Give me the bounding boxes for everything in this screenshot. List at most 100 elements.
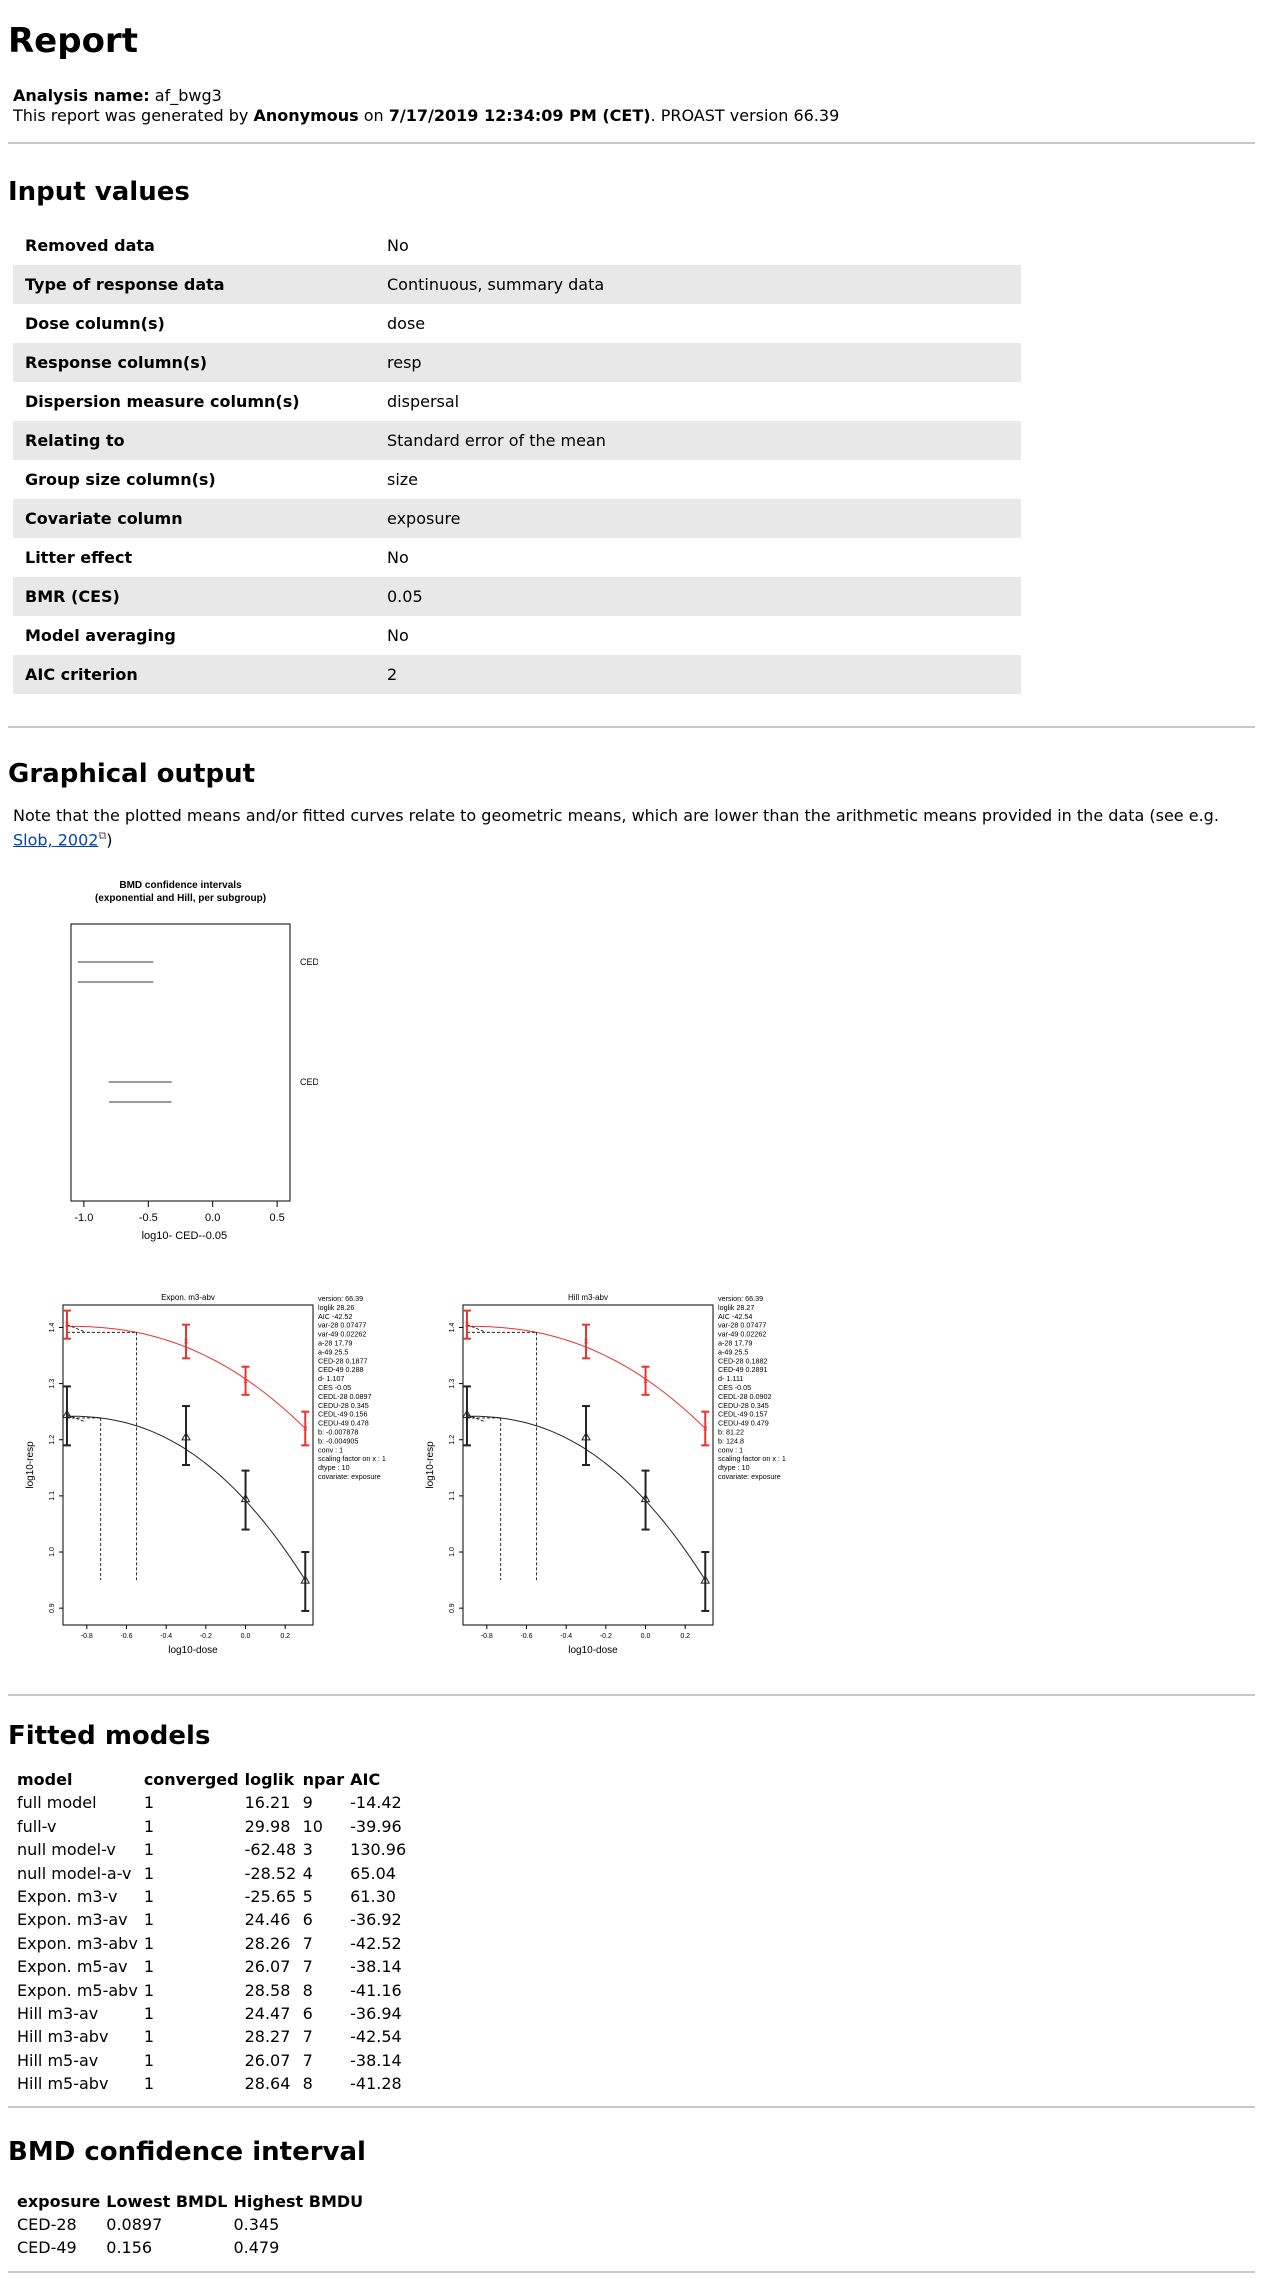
table-cell: -62.48 (244, 1840, 297, 1860)
model-annotation: a-28 17.79 (318, 1339, 352, 1348)
table-cell: 1 (143, 2027, 154, 2047)
analysis-name-value: af_bwg3 (154, 86, 222, 105)
table-row: Hill m3-av 1 24.47 6 -36.94 (14, 2002, 413, 2025)
model-annotation: CEDL-28 0.0897 (318, 1392, 372, 1401)
model-annotation: dtype : 10 (318, 1463, 350, 1472)
input-key: Removed data (25, 236, 155, 255)
input-row: Dose column(s) dose (13, 304, 1021, 343)
chart-title: BMD confidence intervals (119, 880, 242, 891)
model-annotation: CEDU-49 0.479 (718, 1419, 769, 1428)
table-cell: 0.156 (106, 2238, 153, 2258)
input-value: resp (387, 353, 422, 372)
page-title: Report (8, 21, 138, 61)
input-value: dispersal (387, 392, 460, 411)
model-annotation: conv : 1 (718, 1446, 743, 1455)
model-annotation: var-28 0.07477 (718, 1321, 766, 1330)
model-annotation: b: -0.004905 (318, 1437, 358, 1446)
chart-title: Hill m3-abv (568, 1293, 608, 1302)
data-point-marker: × (64, 1320, 69, 1330)
model-annotation: a-28 17.79 (718, 1339, 752, 1348)
table-cell: null model-a-v (17, 1863, 132, 1883)
y-tick-label: 1.4 (49, 1323, 56, 1333)
y-tick-label: 1.2 (449, 1435, 456, 1445)
data-point-marker: × (303, 1424, 308, 1434)
table-cell: 1 (143, 1840, 154, 1860)
input-value: No (387, 548, 409, 567)
data-point-marker: × (643, 1376, 648, 1386)
table-cell: -36.94 (350, 2003, 402, 2023)
table-cell: Expon. m3-v (17, 1886, 118, 1906)
model-annotation: covariate: exposure (718, 1472, 781, 1481)
data-point-marker: × (464, 1320, 469, 1330)
proast-version: . PROAST version 66.39 (650, 106, 840, 125)
table-cell: CED-28 (17, 2214, 77, 2234)
table-row: CED-28 0.0897 0.345 (14, 2213, 366, 2236)
table-cell: 0.479 (233, 2238, 280, 2258)
table-cell: Expon. m3-av (17, 1910, 128, 1930)
model-annotation: covariate: exposure (318, 1472, 381, 1481)
input-row: Litter effect No (13, 538, 1021, 577)
divider (8, 2271, 1255, 2274)
table-cell: 1 (143, 1793, 154, 1813)
input-row: BMR (CES) 0.05 (13, 577, 1021, 616)
table-cell: 8 (302, 1980, 313, 2000)
column-header: converged (143, 1770, 239, 1790)
table-cell: 7 (302, 2027, 313, 2047)
x-tick-label: -0.2 (600, 1633, 612, 1640)
input-key: Group size column(s) (25, 470, 216, 489)
model-annotation: scaling factor on x : 1 (318, 1455, 386, 1464)
x-tick-label: -1.0 (74, 1212, 93, 1224)
model-annotation: CEDL-49 0.156 (318, 1410, 368, 1419)
y-tick-label: 1.1 (49, 1491, 56, 1501)
x-tick-label: -0.8 (481, 1633, 493, 1640)
model-annotation: CEDU-49 0.478 (318, 1419, 369, 1428)
table-cell: -28.52 (244, 1863, 297, 1883)
table-cell: 24.46 (244, 1910, 291, 1930)
y-tick-label: 0.9 (49, 1604, 56, 1614)
column-header: AIC (350, 1770, 381, 1790)
table-row: Expon. m3-abv 1 28.26 7 -42.52 (14, 1932, 413, 1955)
table-cell: 1 (143, 1980, 154, 2000)
model-annotation: loglik 28.27 (718, 1303, 754, 1312)
table-cell: 8 (302, 2074, 313, 2094)
input-key: Response column(s) (25, 353, 208, 372)
bmd-confidence-interval-table: exposure Lowest BMDL Highest BMDU CED-28 0.… (14, 2190, 366, 2260)
graphical-output-panel: BMD confidence intervals (exponential and… (8, 850, 1255, 1694)
table-cell: 1 (143, 1863, 154, 1883)
analysis-name-line: Analysis name: af_bwg3 (13, 86, 1255, 106)
model-annotation: a-49 25.5 (318, 1348, 348, 1357)
input-key: AIC criterion (25, 665, 138, 684)
model-annotation: b: 81.22 (718, 1428, 744, 1437)
column-header: Highest BMDU (233, 2191, 364, 2211)
data-point-marker: × (243, 1376, 248, 1386)
geometric-means-note: Note that the plotted means and/or fitte… (13, 806, 1255, 850)
model-annotation: CEDU-28 0.345 (718, 1401, 769, 1410)
table-cell: 6 (302, 2003, 313, 2023)
input-row: Relating to Standard error of the mean (13, 421, 1021, 460)
chart-subtitle: (exponential and Hill, per subgroup) (95, 893, 266, 904)
table-cell: 0.0897 (106, 2214, 163, 2234)
table-cell: 7 (302, 1957, 313, 1977)
analysis-name-label: Analysis name: (13, 86, 150, 105)
table-cell: 4 (302, 1863, 313, 1883)
input-key: Dispersion measure column(s) (25, 392, 300, 411)
slob-2002-link[interactable]: Slob, 2002 (13, 830, 98, 849)
input-value: exposure (387, 509, 461, 528)
table-row: Expon. m3-av 1 24.46 6 -36.92 (14, 1908, 413, 1931)
model-annotation: CEDL-28 0.0902 (718, 1392, 772, 1401)
input-value: 0.05 (387, 587, 423, 606)
section-title-input-values: Input values (8, 177, 190, 207)
table-cell: Expon. m5-av (17, 1957, 128, 1977)
model-annotation: AIC -42.52 (318, 1312, 352, 1321)
input-row: Dispersion measure column(s) dispersal (13, 382, 1021, 421)
table-cell: 6 (302, 1910, 313, 1930)
input-row: Response column(s) resp (13, 343, 1021, 382)
y-tick-label: 1.0 (449, 1547, 456, 1557)
y-tick-label: 1.3 (49, 1379, 56, 1389)
table-cell: 1 (143, 2074, 154, 2094)
table-row: Hill m3-abv 1 28.27 7 -42.54 (14, 2025, 413, 2048)
table-cell: Expon. m3-abv (17, 1933, 138, 1953)
table-cell: 1 (143, 2050, 154, 2070)
table-cell: 16.21 (244, 1793, 291, 1813)
table-cell: 7 (302, 2050, 313, 2070)
